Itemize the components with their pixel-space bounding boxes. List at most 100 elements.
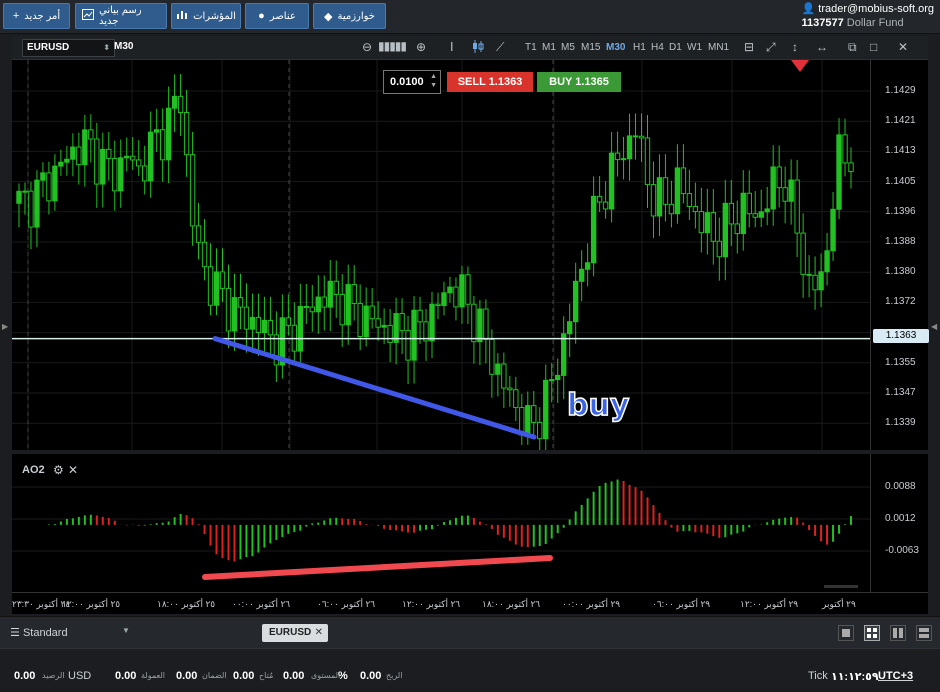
symbol-tab[interactable]: EURUSD ✕ (262, 624, 328, 642)
candle-body (794, 179, 800, 234)
stepper-icon: ⬍ (103, 43, 110, 52)
account-info[interactable]: 👤 trader@mobius-soft.org 1137577 Dollar … (802, 2, 934, 29)
candle-body (477, 308, 483, 343)
candle-body (746, 192, 752, 215)
timeframe-m1[interactable]: M1 (542, 42, 556, 53)
buy-button[interactable]: BUY 1.1365 (537, 72, 621, 92)
candle-body (237, 297, 244, 308)
lot-size-value: 0.0100 (390, 76, 424, 88)
timeframe-h1[interactable]: H1 (633, 42, 646, 53)
horizontal-line-icon[interactable]: ↔ (816, 40, 828, 54)
timeframe-m15[interactable]: M15 (581, 42, 600, 53)
price-label: 1.1396 (885, 205, 916, 217)
candle-body (572, 280, 579, 323)
indicators-label: المؤشرات (193, 10, 236, 22)
current-price-marker: 1.1363 (873, 329, 929, 343)
gear-icon[interactable]: ⚙ (53, 463, 64, 477)
candle-body (76, 146, 82, 166)
candle-body (692, 205, 699, 213)
lot-size-input[interactable]: 0.0100 ▲ ▼ (383, 70, 441, 94)
candle-body (501, 363, 507, 389)
level-value-number: 0.00 (283, 670, 305, 682)
level-label: المستوى (311, 671, 341, 680)
layout-rows-icon[interactable] (916, 625, 932, 641)
new-chart-button[interactable]: رسم بياني جديد (75, 3, 167, 29)
candle-body (674, 167, 681, 215)
algorithms-button[interactable]: ◆ خوارزمية (313, 3, 386, 29)
candle-body (183, 112, 190, 156)
candle-body (555, 374, 561, 381)
price-chart[interactable] (12, 60, 870, 459)
zoom-in-icon[interactable]: ⊕ (416, 40, 426, 54)
new-order-button[interactable]: + أمر جديد (3, 3, 70, 29)
timezone-selector[interactable]: UTC+3 (878, 670, 913, 682)
level-percent: % (338, 670, 348, 682)
bar-chart-icon[interactable]: ⵏ (450, 40, 454, 54)
candle-body (142, 165, 148, 182)
close-tab-icon[interactable]: ✕ (315, 624, 323, 642)
candle-body (662, 177, 669, 205)
candle-body (566, 321, 573, 335)
layout-selector[interactable]: ☰ Standard ▼ (10, 626, 130, 639)
candle-body (686, 193, 693, 207)
candle-body (58, 161, 64, 167)
account-user: trader@mobius-soft.org (818, 3, 934, 15)
currency: USD (68, 670, 92, 682)
elements-label: عناصر (269, 10, 296, 22)
candle-body (453, 286, 459, 308)
indicators-button[interactable]: المؤشرات (171, 3, 241, 29)
candle-body (806, 273, 812, 276)
candle-body (435, 303, 441, 306)
symbol-selector[interactable]: EURUSD ⬍ (22, 39, 115, 57)
close-indicator-icon[interactable]: ✕ (68, 463, 78, 477)
candle-body (225, 287, 232, 332)
zoom-out-icon[interactable]: ⊖ (362, 40, 372, 54)
candle-body (387, 324, 393, 343)
sell-button[interactable]: SELL 1.1363 (447, 72, 533, 92)
zoom-slider-icon[interactable]: ▮▮▮▮▮ (378, 39, 407, 53)
candle-body (375, 318, 381, 328)
candle-body (531, 405, 537, 423)
ao-indicator-pane[interactable] (12, 454, 870, 592)
elements-button[interactable]: ● عناصر (245, 3, 309, 29)
trading-app: + أمر جديد رسم بياني جديد المؤشرات ● عنا… (0, 0, 940, 692)
lot-stepper-icon[interactable]: ▲ ▼ (430, 72, 437, 90)
profit-label: الربح (386, 671, 403, 680)
time-axis[interactable]: ٢٤ أكتوبر ٢٣:٣٠ ٢٥ أكتوبر ١٢:٠٠ ٢٥ أكتوبر … (12, 592, 928, 614)
candlestick-chart[interactable] (12, 60, 870, 459)
account-number: 1137577 (801, 17, 844, 29)
timeframe-mn1[interactable]: MN1 (708, 42, 729, 53)
collapse-left-icon[interactable]: ▶ (2, 322, 8, 331)
price-label: 1.1429 (885, 85, 916, 96)
candle-body (22, 190, 28, 193)
price-axis[interactable]: 1.1429 1.1421 1.1413 1.1405 1.1396 1.1388 1.13… (870, 60, 929, 450)
ruler-icon[interactable]: ⊟ (744, 40, 754, 54)
maximize-icon[interactable]: □ (870, 40, 877, 54)
algorithms-label: خوارزمية (337, 10, 375, 22)
price-label: 1.1421 (885, 115, 916, 127)
timeframe-m5[interactable]: M5 (561, 42, 575, 53)
layout-columns-icon[interactable] (890, 625, 906, 641)
layout-grid-icon[interactable] (864, 625, 880, 641)
new-chart-label: رسم بياني جديد (99, 5, 142, 27)
candle-body (638, 135, 645, 139)
line-chart-icon[interactable]: ⟋ (496, 40, 504, 55)
popout-icon[interactable]: ⧉ (848, 40, 857, 55)
timeframe-m30[interactable]: M30 (606, 42, 625, 53)
layout-single-icon[interactable] (838, 625, 854, 641)
candle-body (82, 129, 88, 166)
balance-label: الرصيد (42, 671, 65, 680)
candle-body (824, 250, 830, 273)
collapse-right-icon[interactable]: ◀ (931, 322, 937, 331)
timeframe-t1[interactable]: T1 (525, 42, 537, 53)
timeframe-w1[interactable]: W1 (687, 42, 702, 53)
vertical-line-icon[interactable]: ↕ (792, 40, 798, 54)
candle-body (722, 202, 728, 258)
candle-body (159, 129, 166, 161)
candle-body (333, 280, 339, 295)
timeframe-d1[interactable]: D1 (669, 42, 682, 53)
timeframe-h4[interactable]: H4 (651, 42, 664, 53)
close-chart-icon[interactable]: ✕ (898, 40, 908, 54)
expand-diagonal-icon[interactable]: ⤢ (766, 40, 776, 55)
candles-icon[interactable] (472, 40, 484, 56)
